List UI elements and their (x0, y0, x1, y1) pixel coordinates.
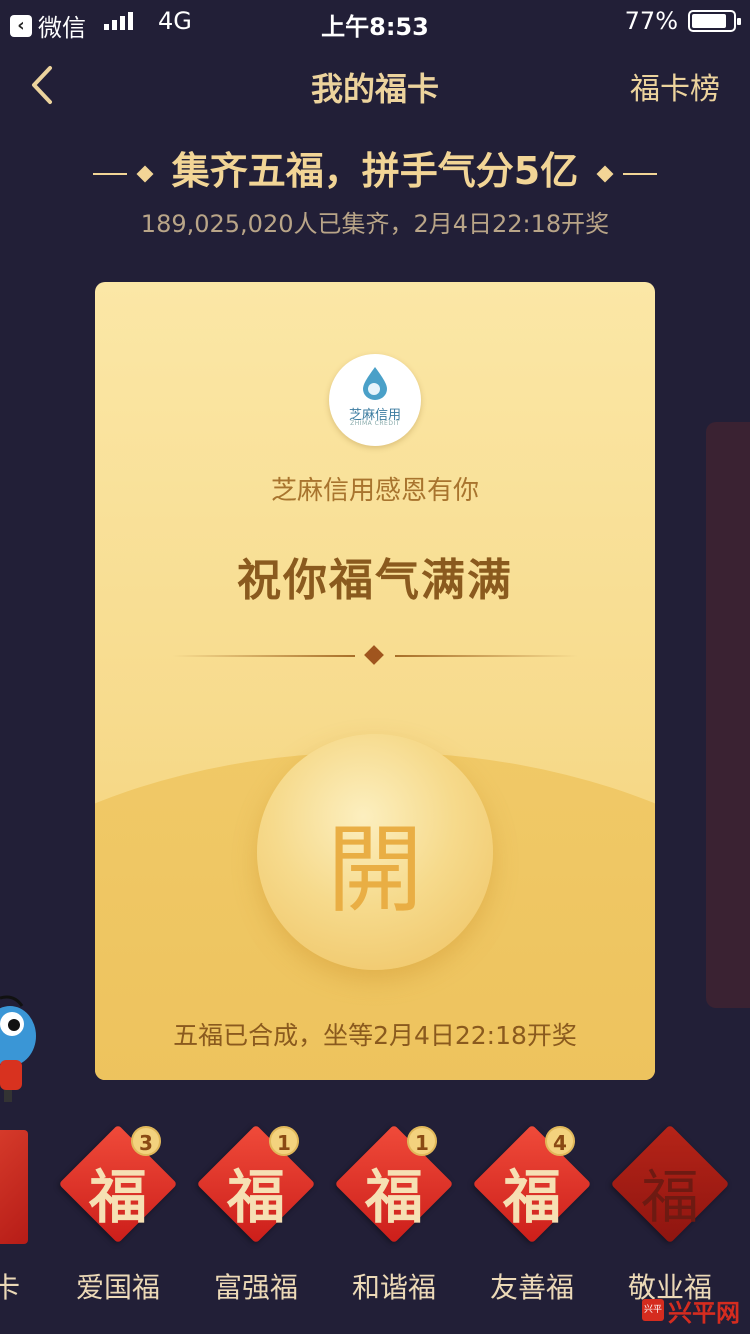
fu-character: 福 (88, 1163, 147, 1231)
fu-card-label: 爱国福 (75, 1271, 160, 1304)
count-badge: 1 (407, 1126, 437, 1156)
sponsor-thanks: 芝麻信用感恩有你 (270, 476, 479, 506)
headline-subtitle: 189,025,020人已集齐，2月4日22:18开奖 (140, 210, 610, 238)
count-badge: 4 (545, 1126, 575, 1156)
fu-card-row: 福 3 爱国福 福 1 富强福 福 1 和谐福 福 4 友善福 福 敬业福 (0, 1120, 750, 1334)
fu-card-label: 和谐福 (351, 1271, 436, 1304)
fu-character: 福 (364, 1163, 423, 1231)
draw-status: 五福已合成，坐等2月4日22:18开奖 (173, 1021, 577, 1050)
fu-card-hexie[interactable]: 福 1 和谐福 (327, 1120, 465, 1320)
diamond-icon (596, 165, 614, 182)
sponsor-logo: 芝麻信用 ZHIMA CREDIT (329, 354, 421, 446)
fu-character: 福 (226, 1163, 285, 1231)
battery-icon (688, 10, 741, 32)
fu-character: 福 (502, 1163, 561, 1231)
divider (173, 645, 577, 666)
headline: 集齐五福，拼手气分5亿 (0, 140, 750, 195)
count-badge: 3 (131, 1126, 161, 1156)
status-bar: ‹ 微信 4G 上午8:53 77% (0, 0, 750, 42)
battery-percent: 77% (624, 7, 678, 35)
site-watermark: 兴平 兴平网 (642, 1294, 742, 1327)
nav-bar: 我的福卡 福卡榜 (0, 42, 750, 130)
watermark-icon: 兴平 (642, 1299, 664, 1321)
open-button[interactable]: 開 (257, 734, 493, 970)
headline-title: 集齐五福，拼手气分5亿 (171, 149, 579, 193)
blessing-text: 祝你福气满满 (237, 555, 513, 606)
next-card-peek[interactable] (706, 422, 750, 1008)
fu-card-fuqiang[interactable]: 福 1 富强福 (189, 1120, 327, 1320)
open-glyph: 開 (327, 814, 423, 926)
fu-card-label: 富强福 (213, 1271, 298, 1304)
fu-character: 福 (640, 1163, 699, 1231)
zhima-drop-icon (363, 367, 387, 400)
diamond-icon (136, 165, 154, 182)
watermark-text: 兴平网 (668, 1297, 740, 1327)
fu-card-label: 友善福 (489, 1271, 574, 1304)
fu-card-aiguo[interactable]: 福 3 爱国福 (51, 1120, 189, 1320)
fu-card-jingye[interactable]: 福 敬业福 (603, 1120, 741, 1320)
logo-subtext: ZHIMA CREDIT (350, 420, 400, 427)
count-badge: 1 (269, 1126, 299, 1156)
fu-reward-card: 芝麻信用 ZHIMA CREDIT 芝麻信用感恩有你 祝你福气满满 開 五福已合… (95, 282, 655, 1080)
mascot-icon (0, 995, 36, 1102)
fu-card-ranking-link[interactable]: 福卡榜 (630, 64, 720, 108)
fu-card-youshan[interactable]: 福 4 友善福 (465, 1120, 603, 1320)
